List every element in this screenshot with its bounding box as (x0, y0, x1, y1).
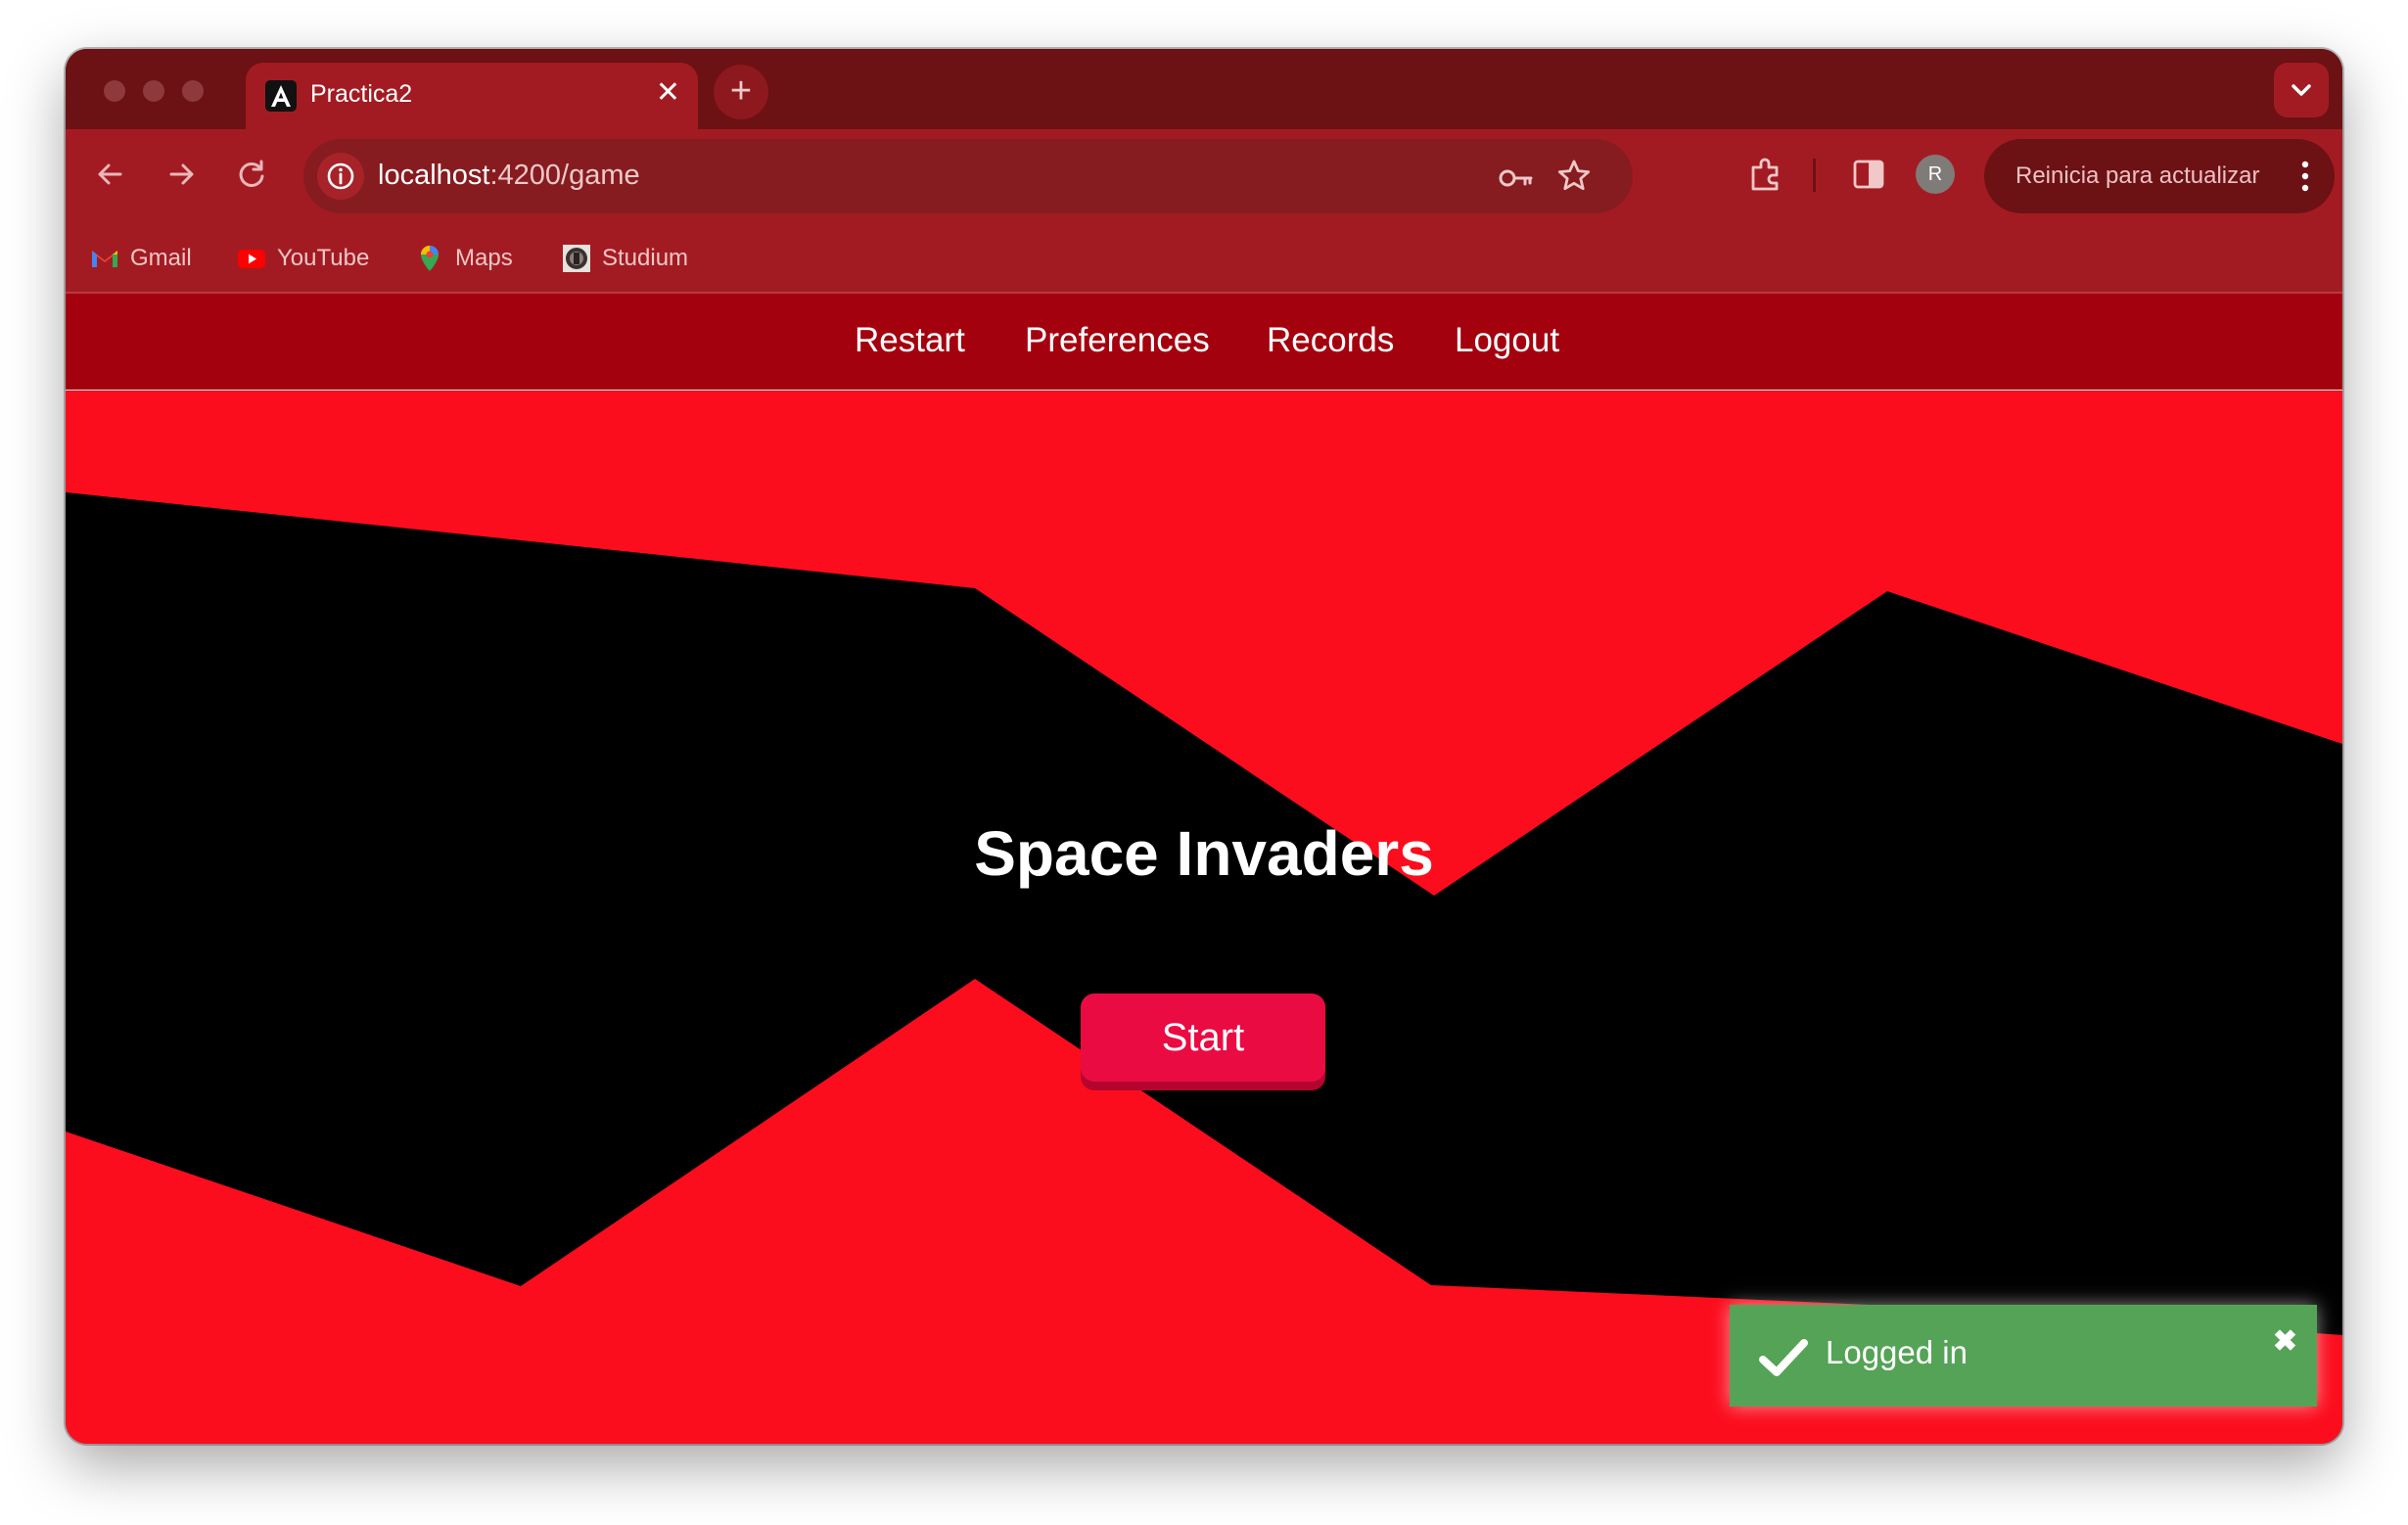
more-menu-icon (2301, 161, 2309, 192)
bookmark-label: Maps (455, 245, 513, 271)
update-chrome-button[interactable]: Reinicia para actualizar (1984, 139, 2335, 213)
gmail-icon (92, 251, 117, 267)
checkmark-icon (1759, 1339, 1808, 1376)
bookmarks-bar: Gmail YouTube Maps Studium (66, 223, 2342, 292)
close-window-icon[interactable] (104, 80, 125, 102)
chevron-down-icon (2292, 84, 2311, 96)
forward-arrow-icon[interactable] (158, 151, 205, 198)
game-title: Space Invaders (974, 818, 1434, 889)
tab-strip: Practica2 ✕ + (66, 49, 2342, 131)
site-info-icon[interactable] (317, 153, 364, 200)
tab-close-icon[interactable]: ✕ (656, 75, 680, 110)
tab-search-button[interactable] (2274, 63, 2329, 117)
game-background (66, 492, 2342, 1335)
bookmark-youtube[interactable]: YouTube (236, 241, 373, 276)
minimize-window-icon[interactable] (143, 80, 164, 102)
bookmark-star-icon[interactable] (1554, 157, 1594, 196)
nav-records-link[interactable]: Records (1267, 321, 1394, 360)
bookmark-label: YouTube (277, 245, 370, 271)
reload-icon[interactable] (228, 151, 275, 198)
tab-title: Practica2 (310, 80, 413, 108)
url-path: :4200/game (489, 160, 640, 191)
nav-preferences-link[interactable]: Preferences (1025, 321, 1210, 360)
maps-icon (421, 246, 439, 271)
toast-close-icon[interactable]: ✖ (2273, 1324, 2297, 1359)
game-area: Space Invaders Start (66, 391, 2342, 1444)
nav-logout-link[interactable]: Logout (1455, 321, 1559, 360)
success-toast: Logged in ✖ (1730, 1305, 2317, 1407)
toast-message: Logged in (1826, 1334, 1968, 1370)
profile-avatar[interactable]: R (1916, 155, 1955, 194)
studium-icon (563, 245, 590, 272)
angular-icon (265, 80, 297, 112)
start-button[interactable]: Start (1081, 994, 1325, 1082)
url-host: localhost (378, 160, 490, 191)
browser-tab-active[interactable]: Practica2 ✕ (246, 63, 698, 131)
browser-toolbar: localhost:4200/game R Reinicia para actu… (66, 129, 2342, 223)
url-text: localhost:4200/game (378, 160, 640, 192)
toolbar-divider (1813, 159, 1816, 192)
password-key-icon[interactable] (1496, 159, 1535, 198)
side-panel-icon[interactable] (1847, 153, 1890, 196)
bookmark-label: Studium (602, 245, 689, 271)
youtube-icon (238, 250, 265, 268)
extensions-puzzle-icon[interactable] (1744, 153, 1787, 196)
bookmark-studium[interactable]: Studium (561, 241, 708, 276)
browser-window: Practica2 ✕ + localhost:4200/game R Rein… (66, 49, 2342, 1444)
back-arrow-icon[interactable] (87, 151, 134, 198)
address-bar[interactable]: localhost:4200/game (303, 139, 1633, 213)
bookmark-maps[interactable]: Maps (414, 241, 522, 276)
bookmark-label: Gmail (130, 245, 192, 271)
bookmark-gmail[interactable]: Gmail (89, 241, 197, 276)
black-zigzag-band (66, 492, 2342, 1335)
nav-restart-link[interactable]: Restart (855, 321, 965, 360)
maximize-window-icon[interactable] (182, 80, 204, 102)
app-navbar: Restart Preferences Records Logout (66, 292, 2342, 393)
update-label: Reinicia para actualizar (2015, 162, 2260, 189)
new-tab-button[interactable]: + (714, 65, 768, 119)
